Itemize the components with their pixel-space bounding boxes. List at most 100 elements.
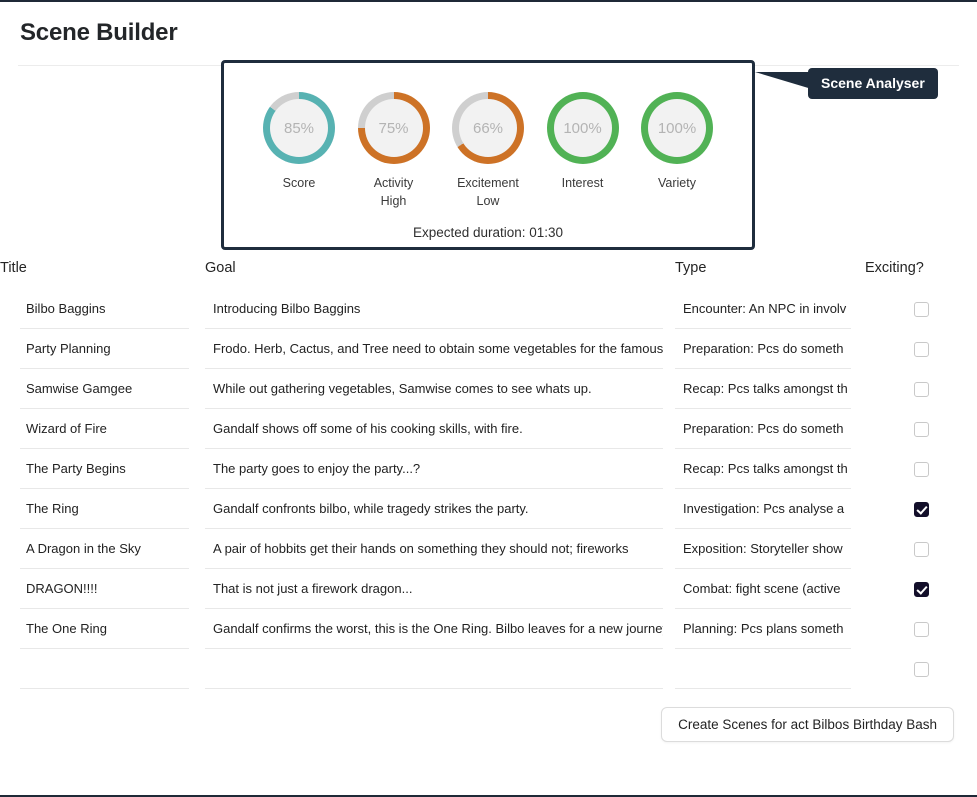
table-row: A Dragon in the Sky A pair of hobbits get… xyxy=(0,529,977,569)
cell-title-text: Party Planning xyxy=(20,329,189,369)
cell-goal[interactable]: A pair of hobbits get their hands on som… xyxy=(205,529,675,569)
cell-title-text: The Party Begins xyxy=(20,449,189,489)
cell-goal[interactable]: While out gathering vegetables, Samwise … xyxy=(205,369,675,409)
cell-type-text: Preparation: Pcs do someth xyxy=(675,329,851,369)
gauge-row: 85% Score 75% Activity High 66% Excitement Low 1… xyxy=(224,63,752,211)
cell-type[interactable] xyxy=(675,649,865,689)
cell-title[interactable]: The Party Begins xyxy=(0,449,205,489)
exciting-checkbox[interactable] xyxy=(913,501,929,517)
cell-type-text: Recap: Pcs talks amongst th xyxy=(675,449,851,489)
cell-goal[interactable]: Introducing Bilbo Baggins xyxy=(205,289,675,329)
cell-goal[interactable] xyxy=(205,649,675,689)
cell-goal-text: Frodo. Herb, Cactus, and Tree need to ob… xyxy=(205,329,663,369)
cell-type-text: Preparation: Pcs do someth xyxy=(675,409,851,449)
gauge-label: Activity xyxy=(373,176,414,190)
checkbox-wrapper xyxy=(865,289,977,329)
checkbox-wrapper xyxy=(865,489,977,529)
gauge-value: 100% xyxy=(553,99,612,157)
app-window: Scene Builder 85% Score 75% Activity High 66%… xyxy=(0,0,977,797)
cell-type-text: Recap: Pcs talks amongst th xyxy=(675,369,851,409)
gauge-ring-activity: 75% xyxy=(357,92,430,164)
exciting-checkbox[interactable] xyxy=(913,341,929,357)
exciting-checkbox[interactable] xyxy=(913,661,929,677)
cell-exciting xyxy=(865,329,977,369)
cell-title[interactable]: Bilbo Baggins xyxy=(0,289,205,329)
checkbox-wrapper xyxy=(865,329,977,369)
table-row: The Ring Gandalf confronts bilbo, while t… xyxy=(0,489,977,529)
cell-goal[interactable]: Gandalf confronts bilbo, while tragedy s… xyxy=(205,489,675,529)
cell-type[interactable]: Encounter: An NPC in involv xyxy=(675,289,865,329)
cell-type[interactable]: Investigation: Pcs analyse a xyxy=(675,489,865,529)
cell-goal[interactable]: The party goes to enjoy the party...? xyxy=(205,449,675,489)
table-row: DRAGON!!!! That is not just a firework dr… xyxy=(0,569,977,609)
gauge-ring-excitement: 66% xyxy=(452,92,524,164)
gauge-value: 75% xyxy=(364,99,423,157)
column-header-exciting: Exciting? xyxy=(865,260,924,276)
cell-title[interactable]: Samwise Gamgee xyxy=(0,369,205,409)
gauge-score: 85% Score xyxy=(258,92,340,211)
cell-type[interactable]: Combat: fight scene (active xyxy=(675,569,865,609)
gauge-ring-score: 85% xyxy=(263,92,335,164)
cell-type[interactable]: Recap: Pcs talks amongst th xyxy=(675,449,865,489)
table-row: Wizard of Fire Gandalf shows off some of … xyxy=(0,409,977,449)
exciting-checkbox[interactable] xyxy=(913,581,929,597)
cell-title[interactable]: Wizard of Fire xyxy=(0,409,205,449)
cell-title[interactable]: The One Ring xyxy=(0,609,205,649)
scene-table: Title Goal Type Exciting? Bilbo Baggins I… xyxy=(0,260,977,689)
cell-goal[interactable]: Frodo. Herb, Cactus, and Tree need to ob… xyxy=(205,329,675,369)
cell-type[interactable]: Preparation: Pcs do someth xyxy=(675,409,865,449)
page-header: Scene Builder xyxy=(0,2,977,60)
scene-table-area: Title Goal Type Exciting? Bilbo Baggins I… xyxy=(0,260,977,689)
cell-title-text: A Dragon in the Sky xyxy=(20,529,189,569)
cell-title[interactable]: DRAGON!!!! xyxy=(0,569,205,609)
cell-exciting xyxy=(865,569,977,609)
exciting-checkbox[interactable] xyxy=(913,301,929,317)
table-row: Party Planning Frodo. Herb, Cactus, and T… xyxy=(0,329,977,369)
checkbox-wrapper xyxy=(865,649,977,689)
cell-goal[interactable]: That is not just a firework dragon... xyxy=(205,569,675,609)
cell-type[interactable]: Exposition: Storyteller show xyxy=(675,529,865,569)
exciting-checkbox[interactable] xyxy=(913,621,929,637)
callout-label: Scene Analyser xyxy=(808,68,938,99)
cell-title[interactable]: A Dragon in the Sky xyxy=(0,529,205,569)
cell-title[interactable] xyxy=(0,649,205,689)
exciting-checkbox[interactable] xyxy=(913,541,929,557)
cell-exciting xyxy=(865,289,977,329)
cell-goal-text: Introducing Bilbo Baggins xyxy=(205,289,663,329)
cell-title[interactable]: Party Planning xyxy=(0,329,205,369)
exciting-checkbox[interactable] xyxy=(913,421,929,437)
gauge-sublabel: High xyxy=(380,193,407,208)
cell-goal-text: Gandalf confronts bilbo, while tragedy s… xyxy=(205,489,663,529)
gauge-label: Variety xyxy=(658,176,696,190)
gauge-label: Score xyxy=(282,176,316,190)
cell-title-text xyxy=(20,649,189,689)
cell-goal[interactable]: Gandalf shows off some of his cooking sk… xyxy=(205,409,675,449)
cell-type[interactable]: Recap: Pcs talks amongst th xyxy=(675,369,865,409)
cell-exciting xyxy=(865,649,977,689)
create-scenes-button[interactable]: Create Scenes for act Bilbos Birthday Ba… xyxy=(661,707,954,742)
cell-exciting xyxy=(865,409,977,449)
cell-title-text: The Ring xyxy=(20,489,189,529)
cell-type[interactable]: Preparation: Pcs do someth xyxy=(675,329,865,369)
gauge-label: Excitement xyxy=(457,176,519,190)
cell-title-text: The One Ring xyxy=(20,609,189,649)
gauge-value: 66% xyxy=(459,99,517,157)
column-header-title: Title xyxy=(0,260,27,276)
checkbox-wrapper xyxy=(865,369,977,409)
exciting-checkbox[interactable] xyxy=(913,381,929,397)
gauge-value: 100% xyxy=(648,99,706,157)
cell-title[interactable]: The Ring xyxy=(0,489,205,529)
cell-type-text xyxy=(675,649,851,689)
page-title: Scene Builder xyxy=(20,19,178,46)
cell-goal-text: A pair of hobbits get their hands on som… xyxy=(205,529,663,569)
footer-bar: Create Scenes for act Bilbos Birthday Ba… xyxy=(0,707,977,742)
callout-arrow-icon xyxy=(755,72,815,90)
cell-type[interactable]: Planning: Pcs plans someth xyxy=(675,609,865,649)
cell-type-text: Planning: Pcs plans someth xyxy=(675,609,851,649)
gauge-excitement: 66% Excitement Low xyxy=(447,92,529,211)
table-row: Bilbo Baggins Introducing Bilbo Baggins En… xyxy=(0,289,977,329)
gauge-sublabel: Low xyxy=(476,193,500,208)
exciting-checkbox[interactable] xyxy=(913,461,929,477)
cell-goal[interactable]: Gandalf confirms the worst, this is the … xyxy=(205,609,675,649)
cell-goal-text: Gandalf shows off some of his cooking sk… xyxy=(205,409,663,449)
